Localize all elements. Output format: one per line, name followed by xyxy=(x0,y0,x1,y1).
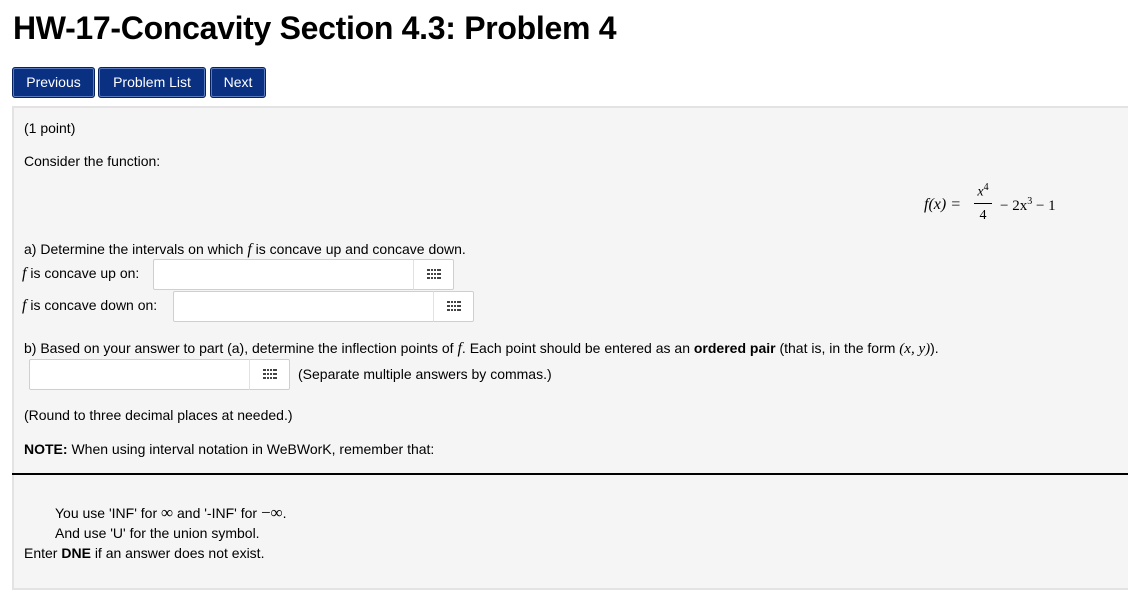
dne-tip: Enter DNE if an answer does not exist. xyxy=(24,545,265,561)
inf-tip: You use 'INF' for ∞ and '-INF' for −∞. xyxy=(55,503,287,522)
separate-hint: (Separate multiple answers by commas.) xyxy=(298,366,552,382)
interval-note: NOTE: When using interval notation in We… xyxy=(24,441,435,457)
formula-denominator: 4 xyxy=(979,208,987,223)
fraction-bar xyxy=(974,203,992,204)
grid-icon xyxy=(426,266,441,284)
formula-term: − 2x xyxy=(1000,198,1028,214)
problem-list-button[interactable]: Problem List xyxy=(98,67,206,98)
formula-constant: − 1 xyxy=(1035,198,1056,214)
round-note: (Round to three decimal places at needed… xyxy=(24,407,293,423)
part-b-prompt: b) Based on your answer to part (a), det… xyxy=(24,340,939,357)
concave-down-palette-button[interactable] xyxy=(433,291,474,322)
formula-term-exp: 3 xyxy=(1027,196,1033,207)
concave-up-input[interactable] xyxy=(153,259,414,290)
grid-icon xyxy=(446,298,461,316)
concave-up-palette-button[interactable] xyxy=(413,259,454,290)
page-title: HW-17-Concavity Section 4.3: Problem 4 xyxy=(13,10,617,46)
previous-button[interactable]: Previous xyxy=(12,67,95,98)
points-label: (1 point) xyxy=(24,120,76,136)
grid-icon xyxy=(262,366,277,384)
concave-down-input[interactable] xyxy=(173,291,434,322)
inflection-points-input[interactable] xyxy=(29,359,250,390)
part-a-prompt: a) Determine the intervals on which f is… xyxy=(24,241,466,258)
concave-up-label: f is concave up on: xyxy=(22,265,140,282)
divider xyxy=(12,473,1128,475)
inflection-points-palette-button[interactable] xyxy=(249,359,290,390)
concave-down-label: f is concave down on: xyxy=(22,297,158,314)
next-button[interactable]: Next xyxy=(210,67,266,98)
formula-lhs: f(x) = xyxy=(924,196,961,213)
union-tip: And use 'U' for the union symbol. xyxy=(55,525,260,541)
formula-numerator-exp: 4 xyxy=(983,182,989,193)
intro-text: Consider the function: xyxy=(24,153,161,169)
